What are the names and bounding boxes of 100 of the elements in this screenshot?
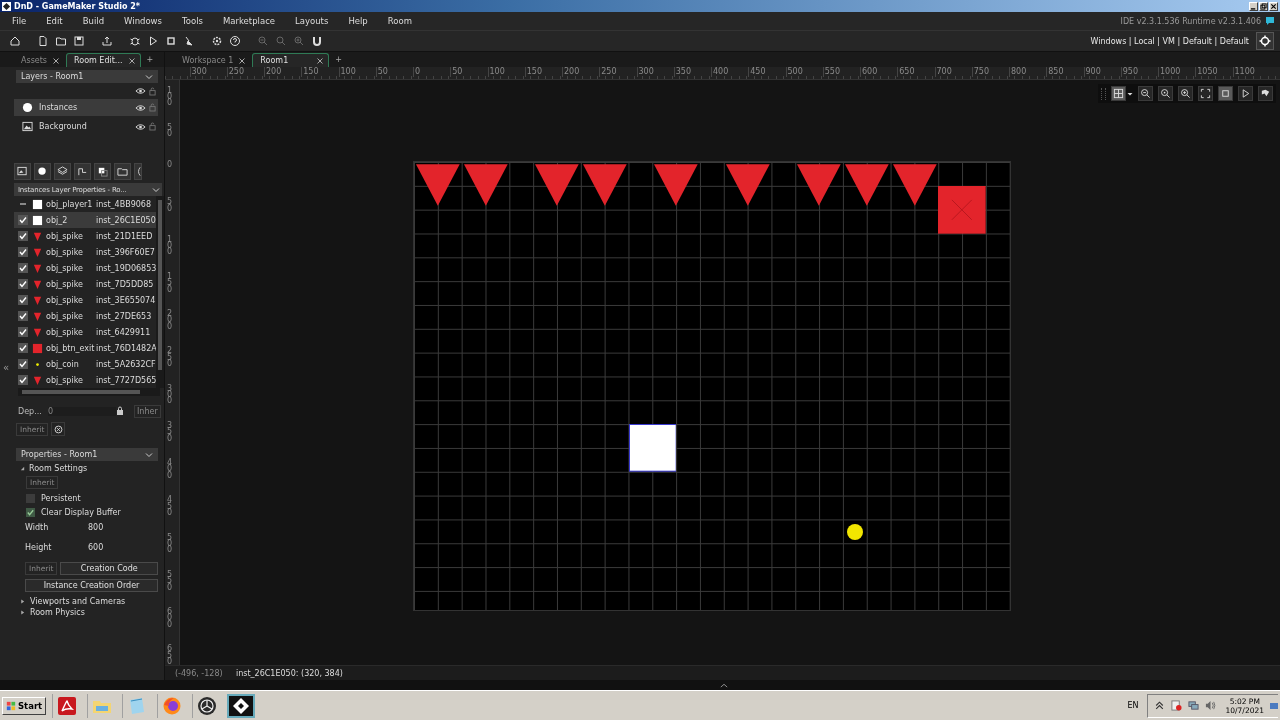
ruler-label: 50 bbox=[375, 67, 388, 77]
instance-row[interactable]: obj_2 inst_26C1E050 bbox=[14, 212, 156, 228]
instance-id: inst_396F60E7 bbox=[96, 247, 155, 257]
ruler-label: 600 bbox=[860, 67, 878, 77]
section-header[interactable]: Room Physics bbox=[20, 608, 164, 617]
ruler-label: 950 bbox=[1120, 67, 1139, 77]
object-name: obj_btn_exit bbox=[46, 343, 96, 353]
panel-tab[interactable]: Assets bbox=[14, 54, 65, 67]
add-tab-button[interactable]: + bbox=[331, 55, 347, 64]
menu-item[interactable]: Layouts bbox=[295, 16, 329, 26]
instance-row[interactable]: obj_btn_exit inst_76D1482A bbox=[14, 340, 156, 356]
ruler-label: 250 bbox=[599, 67, 617, 77]
ruler-label: 650 bbox=[167, 646, 174, 665]
ruler-label: 900 bbox=[1083, 67, 1101, 77]
ruler-label: 300 bbox=[167, 385, 174, 405]
target-selector[interactable]: Windows | Local | VM | Default | Default bbox=[1090, 36, 1249, 46]
menu-item[interactable]: Marketplace bbox=[222, 16, 276, 26]
instance-id: inst_4BB9068 bbox=[96, 199, 152, 209]
add-tab-button[interactable]: + bbox=[142, 55, 158, 64]
ruler-label: 150 bbox=[524, 67, 543, 77]
menu-item[interactable]: Build bbox=[82, 16, 105, 26]
room-settings-section[interactable]: Room Settings bbox=[20, 464, 164, 473]
object-name: obj_spike bbox=[46, 327, 84, 337]
layer-item[interactable]: Background bbox=[14, 118, 158, 135]
object-name: obj_spike bbox=[46, 311, 84, 321]
height-field[interactable]: 600 bbox=[88, 543, 118, 552]
instance-id: inst_27DE653 bbox=[96, 311, 152, 321]
ruler-label: 150 bbox=[301, 67, 319, 77]
ruler-label: 650 bbox=[897, 67, 915, 77]
collapse-handle[interactable]: « bbox=[3, 362, 10, 373]
layer-name: Instances bbox=[39, 103, 78, 112]
menu-item[interactable]: Tools bbox=[182, 16, 203, 26]
ruler-label: 850 bbox=[1046, 67, 1064, 77]
layer-item[interactable]: Instances bbox=[14, 99, 158, 116]
properties-header[interactable]: Properties - Room1 bbox=[16, 448, 158, 461]
instance-id: inst_3E655074 bbox=[96, 295, 156, 305]
inherit-button[interactable]: Inher bbox=[134, 404, 161, 418]
ruler-label: 50 bbox=[167, 124, 174, 138]
mouse-coordinates: (-496, -128) bbox=[175, 668, 224, 678]
ruler-label: 0 bbox=[167, 162, 174, 169]
layer-name: Background bbox=[39, 122, 87, 131]
ruler-label: 0 bbox=[413, 67, 421, 77]
object-name: obj_spike bbox=[46, 263, 84, 273]
ruler-label: 200 bbox=[562, 67, 580, 77]
ruler-label: 450 bbox=[748, 67, 766, 77]
selection-info: inst_26C1E050: (320, 384) bbox=[236, 668, 343, 678]
ruler-label: 500 bbox=[167, 534, 174, 554]
instance-creation-order-button[interactable]: Instance Creation Order bbox=[25, 579, 158, 592]
ruler-label: 300 bbox=[189, 67, 207, 77]
instance-row[interactable]: obj_player1 inst_4BB9068 bbox=[14, 196, 156, 212]
instance-row[interactable]: obj_spike inst_396F60E7 bbox=[14, 244, 156, 260]
start-button[interactable]: Start bbox=[2, 696, 47, 715]
width-field[interactable]: 800 bbox=[88, 523, 118, 532]
depth-field[interactable]: 0 bbox=[48, 406, 116, 416]
workspace-tab[interactable]: Room1 bbox=[252, 53, 330, 67]
language-indicator[interactable]: EN bbox=[1127, 701, 1139, 710]
persistent-checkbox[interactable]: Persistent bbox=[26, 494, 164, 503]
instance-id: inst_5A2632CF bbox=[96, 359, 156, 369]
ruler-label: 50 bbox=[167, 199, 174, 213]
ruler-label: 600 bbox=[167, 609, 174, 629]
instance-row[interactable]: obj_spike inst_21D1EED bbox=[14, 228, 156, 244]
ruler-label: 1100 bbox=[1232, 67, 1255, 77]
panel-title: Layers - Room1 bbox=[21, 72, 84, 81]
object-name: obj_2 bbox=[46, 215, 69, 225]
instance-row[interactable]: obj_spike inst_7727D565 bbox=[14, 372, 156, 388]
instance-row[interactable]: obj_spike inst_27DE653 bbox=[14, 308, 156, 324]
instance-row[interactable]: obj_spike inst_6429911 bbox=[14, 324, 156, 340]
panel-tab[interactable]: Room Edit... bbox=[66, 53, 141, 67]
creation-code-button[interactable]: Creation Code bbox=[60, 562, 158, 575]
layers-header[interactable]: Layers - Room1 bbox=[16, 70, 158, 83]
ruler-label: 300 bbox=[636, 67, 654, 77]
ruler-label: 200 bbox=[167, 311, 174, 331]
clear-display-buffer-checkbox[interactable]: Clear Display Buffer bbox=[26, 508, 164, 517]
instance-id: inst_7727D565 bbox=[96, 375, 156, 385]
object-name: obj_coin bbox=[46, 359, 80, 369]
ruler-label: 400 bbox=[711, 67, 729, 77]
instance-row[interactable]: obj_spike inst_19D06853 bbox=[14, 260, 156, 276]
menu-item[interactable]: Room bbox=[387, 16, 412, 26]
ruler-label: 700 bbox=[934, 67, 952, 77]
menu-item[interactable]: Windows bbox=[124, 16, 162, 26]
ruler-label: 100 bbox=[338, 67, 356, 77]
object-name: obj_spike bbox=[46, 375, 84, 385]
ruler-label: 450 bbox=[167, 497, 174, 517]
object-name: obj_player1 bbox=[46, 199, 94, 209]
ruler-label: 150 bbox=[167, 273, 174, 293]
instance-row[interactable]: obj_spike inst_7D5DD85 bbox=[14, 276, 156, 292]
menu-item[interactable]: File bbox=[12, 16, 27, 26]
menu-item[interactable]: Edit bbox=[46, 16, 63, 26]
ruler-label: 550 bbox=[822, 67, 841, 77]
menu-item[interactable]: Help bbox=[348, 16, 368, 26]
workspace-tab[interactable]: Workspace 1 bbox=[175, 54, 251, 67]
instance-row[interactable]: obj_coin inst_5A2632CF bbox=[14, 356, 156, 372]
ruler-label: 550 bbox=[167, 571, 174, 591]
ruler-label: 200 bbox=[264, 67, 282, 77]
depth-label: Dep... bbox=[18, 406, 43, 416]
ruler-label: 500 bbox=[785, 67, 803, 77]
instance-row[interactable]: obj_spike inst_3E655074 bbox=[14, 292, 156, 308]
section-header[interactable]: Viewports and Cameras bbox=[20, 597, 164, 606]
panel-title: Properties - Room1 bbox=[21, 450, 98, 459]
object-name: obj_spike bbox=[46, 247, 84, 257]
